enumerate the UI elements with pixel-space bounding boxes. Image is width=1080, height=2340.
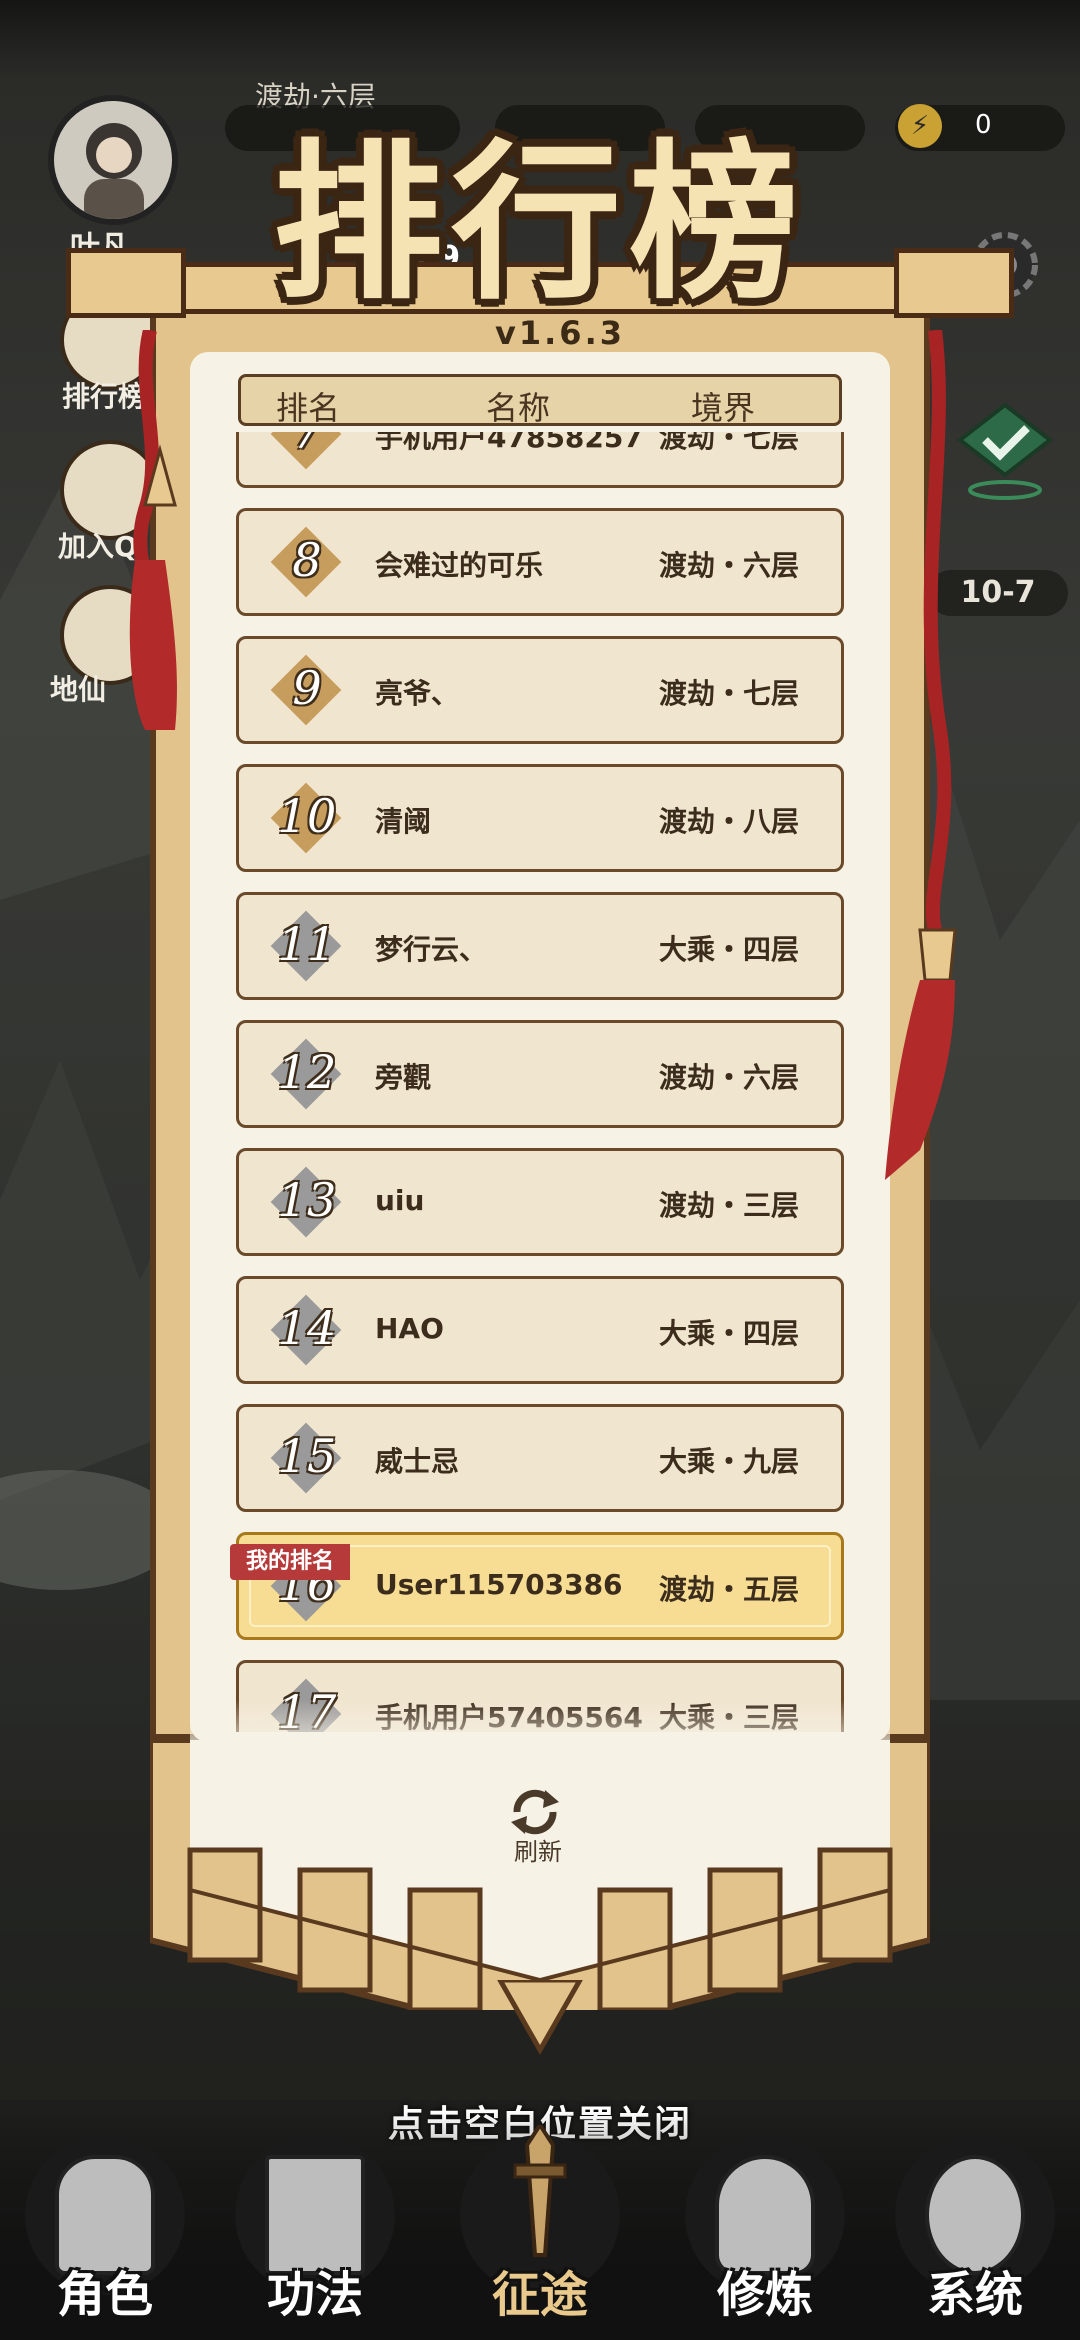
sword-icon <box>513 2125 567 2257</box>
player-realm-cell: 渡劫・八层 <box>659 805 800 838</box>
rank-number: 14 <box>277 1301 337 1355</box>
nav-label-character: 角色 <box>56 2267 153 2323</box>
pole-end-left <box>66 248 186 318</box>
player-realm-cell: 大乘・四层 <box>659 933 800 966</box>
ranking-row[interactable]: 10 清阈 渡劫・八层 <box>236 764 844 872</box>
player-realm-cell: 渡劫・六层 <box>659 1061 800 1094</box>
player-name-cell: HAO <box>375 1312 444 1345</box>
refresh-button-label[interactable]: 刷新 <box>498 1832 578 1867</box>
ranking-row[interactable]: 15 威士忌 大乘・九层 <box>236 1404 844 1512</box>
ranking-row[interactable]: 14 HAO 大乘・四层 <box>236 1276 844 1384</box>
tassel-right <box>885 330 957 1180</box>
my-rank-tag: 我的排名 <box>230 1544 351 1580</box>
player-realm-cell: 渡劫・七层 <box>659 432 800 454</box>
player-realm-cell: 大乘・九层 <box>659 1445 800 1478</box>
banner-fringe <box>150 1740 930 2010</box>
pole-end-right <box>894 248 1014 318</box>
player-name-cell: User115703386 <box>375 1568 623 1601</box>
page-title: 排行榜 <box>272 123 807 323</box>
rank-number: 7 <box>292 432 322 459</box>
player-realm-cell: 渡劫・三层 <box>659 1189 800 1222</box>
player-avatar[interactable] <box>48 95 178 225</box>
player-name-cell: 旁觀 <box>375 1061 432 1094</box>
side-label-earth: 地仙 <box>50 673 107 706</box>
table-header: 排名 名称 境界 <box>238 374 842 427</box>
header-rank: 排名 <box>276 389 341 427</box>
nav-skills[interactable]: 功法 <box>225 2125 405 2340</box>
player-name-cell: 威士忌 <box>375 1445 460 1478</box>
player-realm-cell: 渡劫・六层 <box>659 549 800 582</box>
player-realm-cell: 渡劫・五层 <box>659 1573 800 1606</box>
banner-bottom-point <box>497 1980 583 2056</box>
nav-label-skills: 功法 <box>266 2267 363 2323</box>
rank-number: 12 <box>277 1045 337 1099</box>
rank-number: 9 <box>292 661 322 715</box>
version-label: v1.6.3 <box>495 314 625 352</box>
header-name: 名称 <box>486 389 551 427</box>
ranking-row[interactable]: 12 旁觀 渡劫・六层 <box>236 1020 844 1128</box>
nav-label-cultivation: 修炼 <box>716 2267 813 2323</box>
player-name-cell: uiu <box>375 1184 425 1217</box>
nav-label-journey: 征途 <box>491 2267 588 2323</box>
rank-number: 8 <box>292 533 322 587</box>
energy-value: 0 <box>975 110 992 140</box>
player-name-cell: 会难过的可乐 <box>375 549 544 582</box>
nav-cultivation[interactable]: 修炼 <box>675 2125 855 2340</box>
rank-number: 10 <box>277 789 337 843</box>
nav-label-system: 系统 <box>926 2267 1023 2323</box>
player-name-cell: 清阈 <box>375 805 432 838</box>
player-realm-cell: 大乘・四层 <box>659 1317 800 1350</box>
header-realm: 境界 <box>691 389 756 427</box>
nav-character[interactable]: 角色 <box>15 2125 195 2340</box>
check-badge-icon[interactable] <box>955 400 1055 500</box>
rank-number: 11 <box>277 917 337 971</box>
player-realm-cell: 渡劫・七层 <box>659 677 800 710</box>
nav-journey[interactable]: 征途 <box>450 2125 630 2340</box>
ranking-row[interactable]: 7 手机用户47858257 渡劫・七层 <box>236 432 844 488</box>
lightning-icon: ⚡ <box>898 104 942 148</box>
ranking-list[interactable]: 7 手机用户47858257 渡劫・七层 8 会难过的可乐 渡劫・六层 9 亮爷、 渡劫・七层 1… <box>236 432 846 1732</box>
ranking-row[interactable]: 9 亮爷、 渡劫・七层 <box>236 636 844 744</box>
rank-number: 15 <box>277 1429 337 1483</box>
player-name-cell: 亮爷、 <box>375 677 460 710</box>
avatar-portrait <box>84 123 144 219</box>
ranking-row[interactable]: 11 梦行云、 大乘・四层 <box>236 892 844 1000</box>
player-name-cell: 手机用户47858257 <box>375 432 643 454</box>
list-fade <box>190 1700 890 1760</box>
nav-system[interactable]: 系统 <box>885 2125 1065 2340</box>
ranking-row[interactable]: 13 uiu 渡劫・三层 <box>236 1148 844 1256</box>
rank-number: 13 <box>277 1173 337 1227</box>
tassel-left <box>129 330 177 730</box>
player-name-cell: 梦行云、 <box>375 933 488 966</box>
ranking-row[interactable]: 8 会难过的可乐 渡劫・六层 <box>236 508 844 616</box>
